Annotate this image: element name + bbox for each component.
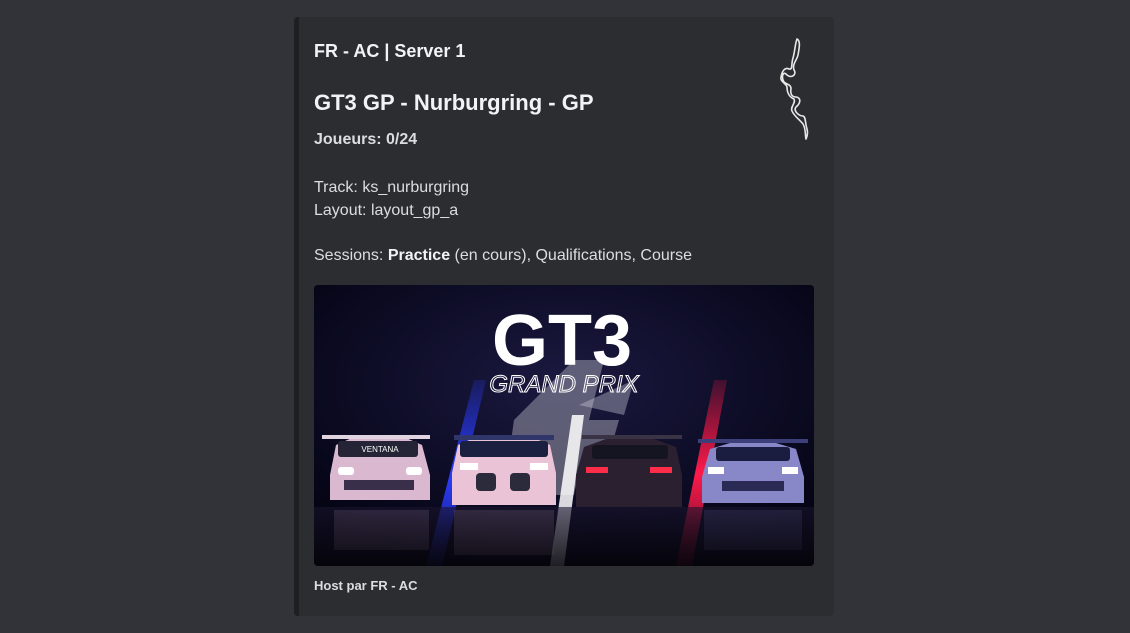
players-count: 0/24 <box>386 131 418 148</box>
session-current: Practice <box>387 247 451 264</box>
layout-value: layout_gp_a <box>370 202 459 219</box>
car-2 <box>452 435 556 505</box>
session-rest: Qualifications, Course <box>535 247 692 264</box>
embed-footer: Host par FR - AC <box>314 578 418 593</box>
banner-subtitle: GRAND PRIX <box>489 371 639 398</box>
players-label: Joueurs: <box>314 131 382 148</box>
sessions-label: Sessions: <box>314 247 384 264</box>
car-4 <box>698 439 808 503</box>
sessions-line: Sessions: Practice (en cours), Qualifica… <box>314 244 692 267</box>
banner-artwork: GT3 GRAND PRIX VENTANA <box>314 285 814 566</box>
event-banner-image[interactable]: GT3 GRAND PRIX VENTANA <box>314 285 814 566</box>
embed-accent-bar <box>294 17 299 616</box>
track-label: Track: <box>314 179 358 196</box>
session-current-status: (en cours), <box>454 247 532 264</box>
embed-description: Track: ks_nurburgring Layout: layout_gp_… <box>314 176 692 267</box>
car-1-livery: VENTANA <box>361 445 399 454</box>
car-1: VENTANA <box>322 435 430 500</box>
layout-line: Layout: layout_gp_a <box>314 199 692 222</box>
players-field: Joueurs: 0/24 <box>314 131 417 149</box>
track-value: ks_nurburgring <box>362 179 470 196</box>
track-map-icon[interactable] <box>772 37 816 141</box>
track-line: Track: ks_nurburgring <box>314 176 692 199</box>
embed-title: GT3 GP - Nurburgring - GP <box>314 90 594 115</box>
embed-author: FR - AC | Server 1 <box>314 41 466 61</box>
layout-label: Layout: <box>314 202 367 219</box>
banner-logo-text: GT3 <box>492 301 632 381</box>
server-embed: FR - AC | Server 1 GT3 GP - Nurburgring … <box>294 17 834 616</box>
car-3 <box>576 435 682 507</box>
